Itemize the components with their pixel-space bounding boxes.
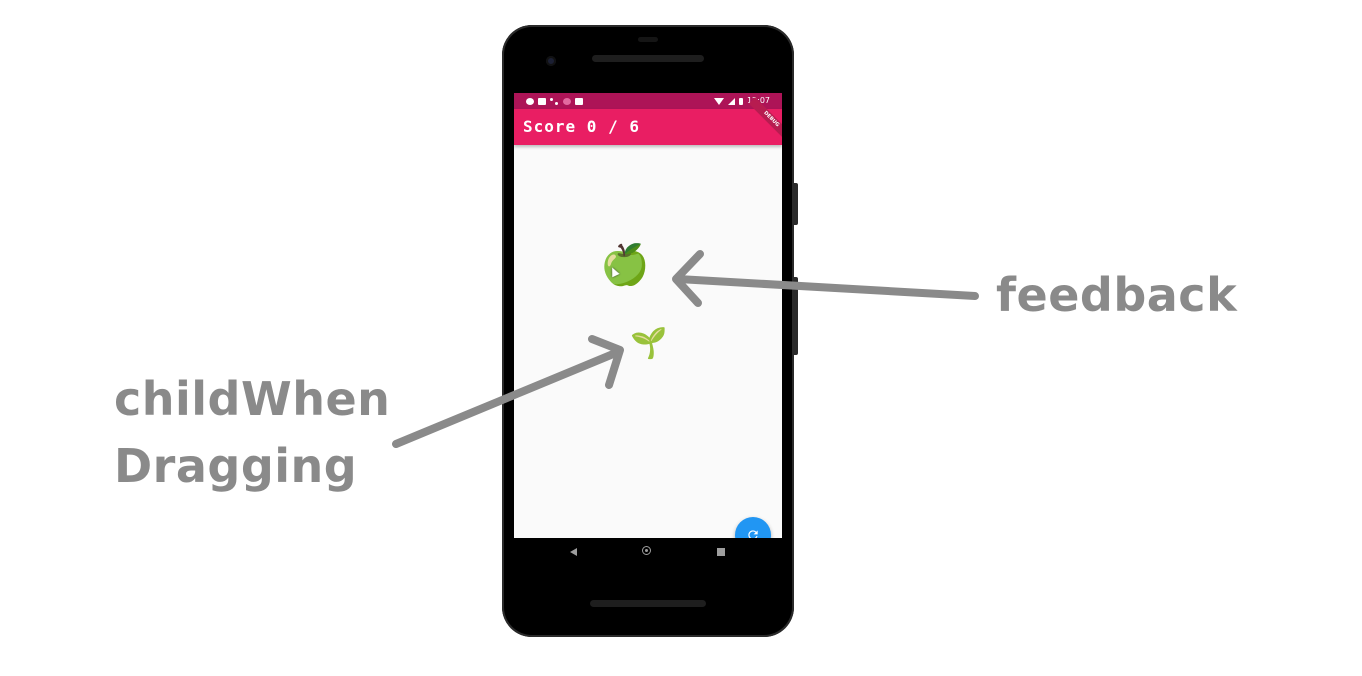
recents-icon[interactable] bbox=[717, 548, 725, 556]
refresh-fab-button[interactable] bbox=[735, 517, 771, 538]
android-nav-bar bbox=[514, 538, 782, 568]
child-when-dragging-label-line2: Dragging bbox=[114, 439, 358, 493]
wifi-icon bbox=[713, 97, 724, 105]
score-title: Score 0 / 6 bbox=[523, 117, 640, 136]
feedback-annotation: feedback bbox=[996, 262, 1237, 329]
canvas: 12:07 Score 0 / 6 DEBUG 🍏 🌱 bbox=[0, 0, 1362, 676]
status-bar: 12:07 bbox=[514, 93, 782, 109]
volume-rocker[interactable] bbox=[794, 277, 798, 355]
cell-signal-icon bbox=[727, 97, 735, 105]
app-bar: Score 0 / 6 DEBUG bbox=[514, 97, 782, 145]
bottom-speaker-grille bbox=[590, 600, 706, 607]
feedback-label: feedback bbox=[996, 268, 1238, 322]
app-screen: 12:07 Score 0 / 6 DEBUG 🍏 🌱 bbox=[514, 93, 782, 538]
battery-icon bbox=[738, 97, 743, 105]
child-when-dragging-label-line1: childWhen bbox=[114, 372, 391, 426]
front-camera-icon bbox=[546, 56, 556, 66]
draggable-apple-feedback[interactable]: 🍏 bbox=[600, 245, 650, 285]
phone-top-notch bbox=[638, 37, 658, 42]
image-notification-icon bbox=[538, 97, 546, 105]
child-when-dragging-sprout[interactable]: 🌱 bbox=[630, 329, 667, 359]
share-notification-icon bbox=[550, 97, 559, 105]
refresh-icon bbox=[748, 530, 758, 538]
phone-device: 12:07 Score 0 / 6 DEBUG 🍏 🌱 bbox=[502, 25, 798, 637]
child-when-dragging-annotation: childWhen Dragging bbox=[114, 366, 390, 500]
top-speaker-grille bbox=[592, 55, 704, 62]
status-notification-icons bbox=[526, 93, 583, 109]
shield-notification-icon bbox=[526, 97, 534, 105]
home-icon[interactable] bbox=[642, 546, 651, 555]
app-notification-icon bbox=[563, 97, 571, 105]
power-button[interactable] bbox=[794, 183, 798, 225]
back-icon[interactable] bbox=[570, 548, 577, 556]
sd-card-notification-icon bbox=[575, 97, 583, 105]
